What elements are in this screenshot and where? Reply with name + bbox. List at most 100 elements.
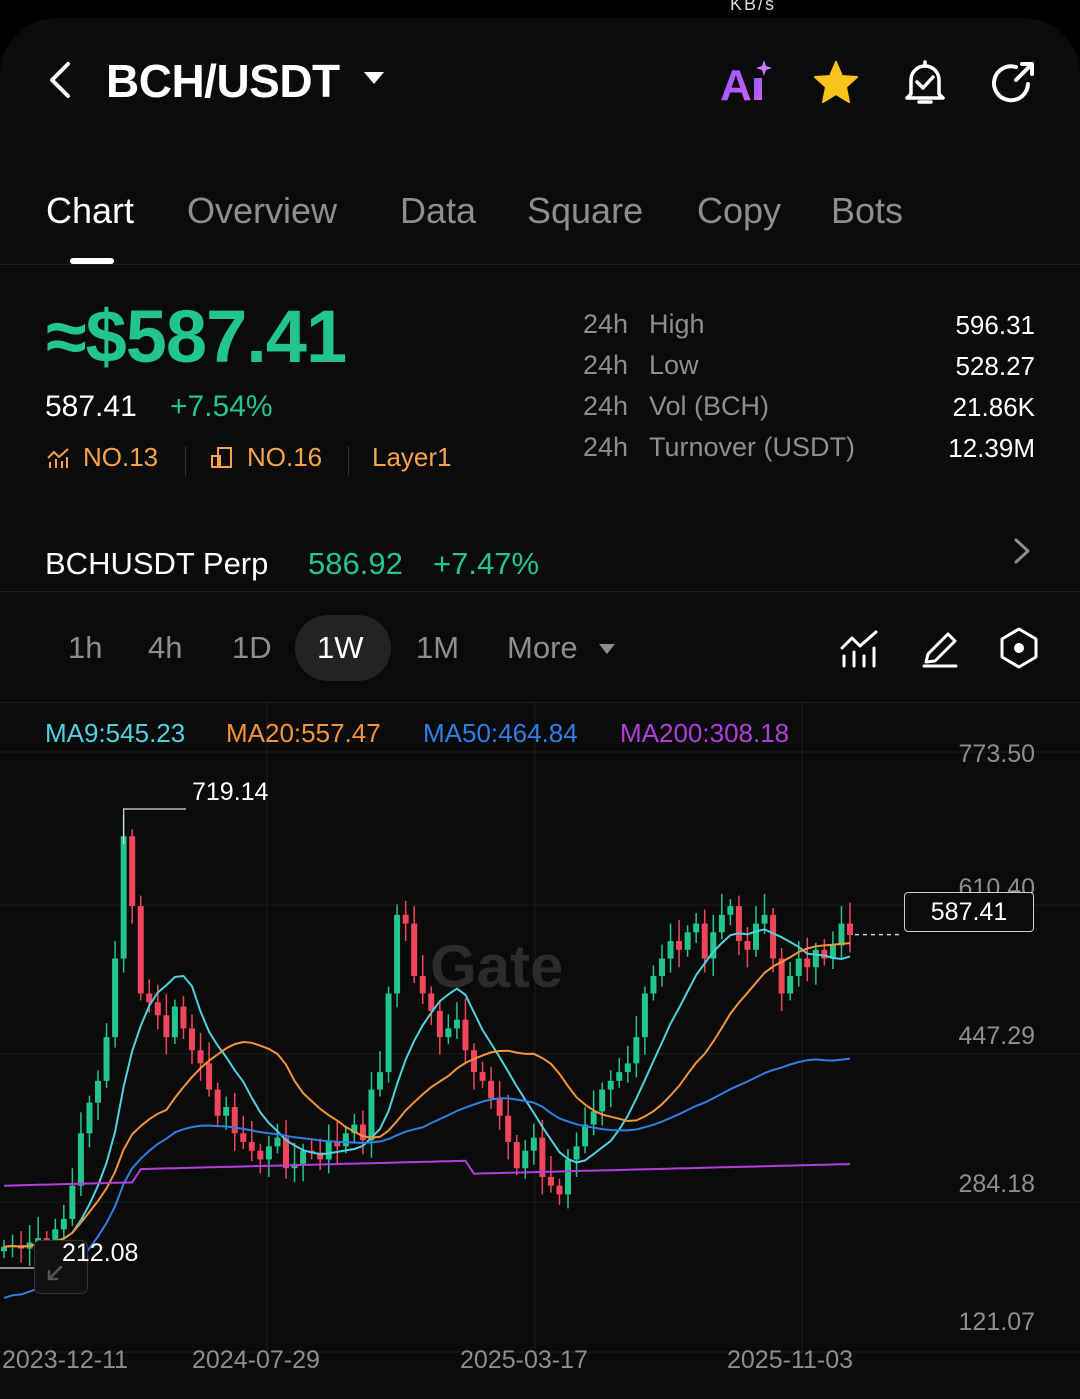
- candle-body: [402, 914, 409, 924]
- tab-copy[interactable]: Copy: [697, 190, 781, 232]
- candle-body: [479, 1072, 486, 1081]
- more-dropdown-icon[interactable]: [599, 644, 615, 654]
- indicators-icon[interactable]: [838, 626, 882, 670]
- last-price-tag: 587.41: [904, 892, 1034, 932]
- market-cap-rank[interactable]: NO.13: [83, 442, 158, 473]
- candle-body: [624, 1063, 631, 1073]
- candle-body: [795, 958, 802, 976]
- candle-body: [445, 1028, 452, 1038]
- perp-contract-name[interactable]: BCHUSDT Perp: [45, 546, 268, 582]
- back-arrow-icon[interactable]: [40, 58, 84, 102]
- stat-period: 24h: [583, 309, 629, 339]
- favorite-star-icon[interactable]: [808, 58, 864, 108]
- candle-body: [171, 1006, 178, 1038]
- candle-body: [599, 1089, 606, 1112]
- candle-body: [701, 923, 708, 959]
- candle-body: [368, 1089, 375, 1141]
- app-panel: BCH/USDT A Chart Overview Data Square Co…: [0, 18, 1080, 1399]
- candle-body: [633, 1037, 640, 1064]
- interval-4h[interactable]: 4h: [148, 630, 182, 666]
- candle-body: [753, 923, 759, 950]
- chart-settings-icon[interactable]: [997, 626, 1041, 670]
- tab-data[interactable]: Data: [400, 190, 476, 232]
- ai-icon[interactable]: A: [718, 58, 774, 108]
- interval-1w[interactable]: 1W: [317, 630, 364, 666]
- drawing-pen-icon[interactable]: [918, 626, 962, 670]
- market-cap-rank-icon: [47, 448, 69, 468]
- candle-body: [547, 1176, 554, 1186]
- candle-body: [684, 932, 691, 950]
- candle-body: [129, 836, 136, 907]
- candle-body: [812, 949, 819, 968]
- candle-body: [419, 975, 426, 994]
- ma200-line: [3, 1159, 851, 1187]
- candle-body: [804, 958, 811, 968]
- stat-value-high: 596.31: [955, 310, 1035, 340]
- candle-body: [112, 958, 119, 1038]
- tab-chart[interactable]: Chart: [46, 190, 134, 232]
- candle-body: [453, 1019, 460, 1029]
- candle-body: [735, 906, 742, 942]
- candle-body: [582, 1124, 589, 1147]
- candle-body: [659, 958, 665, 976]
- stat-value-turnover: 12.39M: [948, 433, 1035, 463]
- candle-body: [206, 1063, 213, 1090]
- candle-body: [325, 1141, 332, 1160]
- candle-body: [103, 1037, 110, 1081]
- svg-text:A: A: [720, 61, 752, 108]
- candle-body: [69, 1185, 76, 1219]
- candle-body: [342, 1133, 349, 1147]
- price-alert-bell-icon[interactable]: [897, 58, 953, 108]
- candle-body: [787, 975, 794, 994]
- y-tick-label: 447.29: [958, 1022, 1035, 1050]
- candle-body: [300, 1150, 307, 1164]
- candle-body: [197, 1050, 204, 1064]
- candle-body: [607, 1080, 614, 1090]
- ma9-line: [3, 928, 851, 1248]
- candle-body: [86, 1102, 93, 1134]
- stat-label-volume: Vol (BCH): [649, 391, 770, 421]
- candle-body: [650, 975, 657, 994]
- ma50-label: MA50:464.84: [423, 718, 578, 748]
- candle-body: [137, 906, 144, 994]
- candle-body: [120, 836, 127, 959]
- perp-price: 586.92: [308, 546, 403, 581]
- candle-body: [274, 1137, 281, 1147]
- candle-body: [231, 1107, 238, 1134]
- candle-body: [462, 1019, 469, 1051]
- candle-body: [257, 1150, 264, 1160]
- interval-more[interactable]: More: [507, 630, 578, 666]
- pair-title[interactable]: BCH/USDT: [106, 54, 340, 108]
- ma20-label: MA20:557.47: [226, 718, 381, 748]
- candle-body: [616, 1072, 623, 1081]
- interval-1h[interactable]: 1h: [68, 630, 102, 666]
- candle-body: [641, 993, 648, 1038]
- tab-square[interactable]: Square: [527, 190, 643, 232]
- candle-body: [590, 1111, 597, 1125]
- candle-body: [214, 1089, 221, 1116]
- candle-body: [223, 1107, 230, 1116]
- candle-body: [718, 914, 725, 933]
- volume-rank[interactable]: NO.16: [247, 442, 322, 473]
- pair-dropdown-icon[interactable]: [364, 72, 384, 84]
- candle-body: [761, 914, 768, 924]
- candle-body: [488, 1080, 495, 1099]
- interval-1d[interactable]: 1D: [232, 630, 272, 666]
- tab-overview[interactable]: Overview: [187, 190, 337, 232]
- candle-body: [411, 923, 418, 976]
- share-icon[interactable]: [986, 58, 1042, 108]
- candle-body: [180, 1006, 187, 1029]
- category-tag[interactable]: Layer1: [372, 442, 452, 473]
- stat-period: 24h: [583, 432, 629, 462]
- x-tick-label: 2024-07-29: [192, 1346, 320, 1374]
- chevron-right-icon[interactable]: [1010, 534, 1034, 568]
- stat-label-high: High: [649, 309, 705, 339]
- y-tick-label: 773.50: [958, 740, 1035, 768]
- candlestick-chart[interactable]: [0, 702, 1080, 1399]
- candle-body: [727, 906, 734, 915]
- candle-body: [838, 923, 845, 946]
- candle-body: [693, 923, 700, 933]
- candle-body: [385, 993, 392, 1073]
- tab-bots[interactable]: Bots: [831, 190, 903, 232]
- interval-1m[interactable]: 1M: [416, 630, 459, 666]
